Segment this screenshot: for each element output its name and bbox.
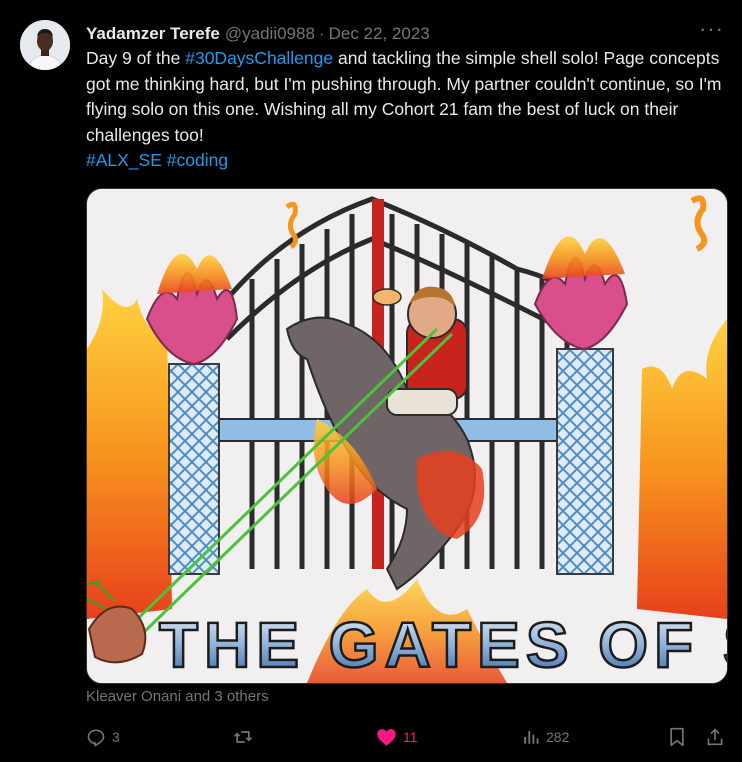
left-pillar xyxy=(168,363,220,575)
share-button[interactable] xyxy=(706,722,724,752)
avatar-image xyxy=(20,20,70,70)
author-name[interactable]: Yadamzer Terefe xyxy=(86,24,220,44)
like-count: 11 xyxy=(403,729,418,745)
views-icon xyxy=(524,731,539,744)
tweet-date[interactable]: Dec 22, 2023 xyxy=(329,24,430,44)
media-title-text: THE GATES OF SHELL xyxy=(159,609,727,681)
views-count: 282 xyxy=(546,729,570,745)
tweet-text: Day 9 of the #30DaysChallenge and tackli… xyxy=(86,46,726,174)
tweet-header: Yadamzer Terefe @yadii0988 · Dec 22, 202… xyxy=(86,16,724,46)
avatar[interactable] xyxy=(20,20,70,70)
reply-icon xyxy=(87,729,105,747)
repost-icon xyxy=(234,731,252,743)
gates-of-shell-illustration: THE GATES OF SHELL xyxy=(87,189,727,683)
hashtag-30dayschallenge[interactable]: #30DaysChallenge xyxy=(185,48,333,68)
heart-icon xyxy=(377,729,396,746)
header-separator: · xyxy=(318,24,325,43)
tweet-media[interactable]: THE GATES OF SHELL xyxy=(86,188,728,684)
reply-button[interactable]: 3 xyxy=(86,722,120,752)
repost-button[interactable] xyxy=(232,722,260,752)
share-icon xyxy=(707,728,723,746)
views-button[interactable]: 282 xyxy=(522,722,569,752)
tweet-text-part-1: Day 9 of the xyxy=(86,48,186,68)
hashtag-coding[interactable]: #coding xyxy=(167,150,228,170)
like-button[interactable]: 11 xyxy=(376,722,418,752)
hashtag-alx-se[interactable]: #ALX_SE xyxy=(86,150,162,170)
author-handle[interactable]: @yadii0988 xyxy=(225,24,315,44)
reply-count: 3 xyxy=(112,729,120,745)
liked-by-line[interactable]: Kleaver Onani and 3 others xyxy=(86,688,269,705)
bookmark-icon xyxy=(670,727,684,747)
more-icon[interactable]: ··· xyxy=(699,16,724,42)
bookmark-button[interactable] xyxy=(668,722,686,752)
right-pillar xyxy=(556,348,614,575)
action-bar: 3 11 282 xyxy=(86,722,726,752)
